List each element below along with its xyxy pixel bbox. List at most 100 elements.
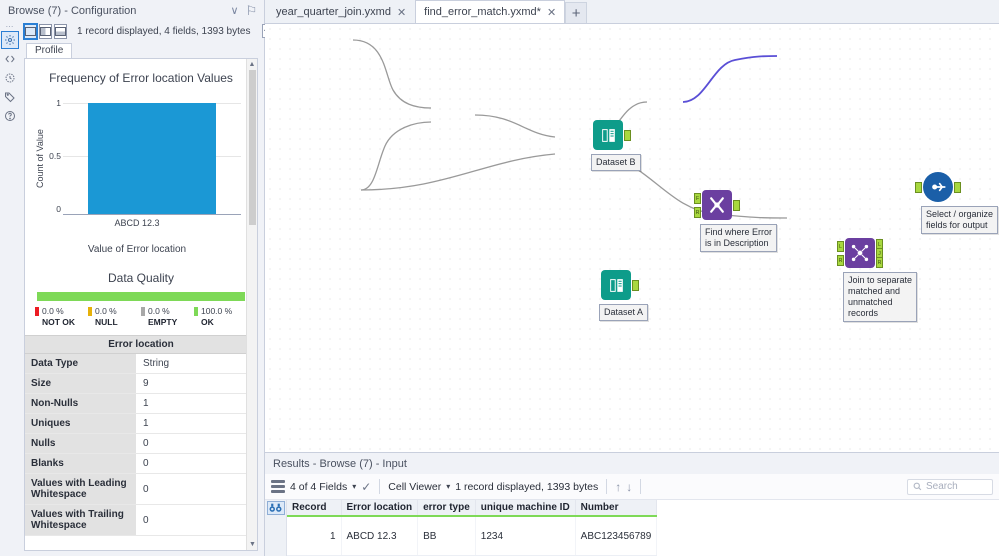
results-table[interactable]: Record Error location error type unique mac… [287, 500, 658, 556]
book-input-icon-a[interactable] [601, 270, 639, 300]
dq-swatch-ok [194, 306, 198, 316]
field-row-name: Non-Nulls [25, 394, 137, 413]
fields-count-label: 4 of 4 Fields [290, 480, 348, 493]
scroll-down-arrow[interactable]: ▼ [247, 539, 257, 550]
code-icon[interactable] [1, 50, 19, 68]
book-input-icon[interactable] [593, 120, 631, 150]
workflow-canvas[interactable]: Dataset B Dataset A F R Find where Error… [265, 24, 999, 452]
output-port-find[interactable] [733, 200, 740, 211]
check-icon[interactable]: ✓ [361, 480, 371, 494]
field-row-name: Nulls [25, 434, 137, 453]
node-label-dataset-a: Dataset A [599, 304, 649, 321]
input-port-r[interactable]: R [694, 207, 701, 218]
table-cell[interactable]: ABC123456789 [575, 516, 658, 556]
configuration-body: ⋯ 1 record displayed, 4 fields, 1393 byt… [0, 21, 280, 556]
results-drag-handle[interactable] [271, 479, 285, 495]
view-split-vertical-button[interactable] [39, 23, 52, 39]
table-cell[interactable]: 1234 [475, 516, 576, 556]
chart-xlabel: Value of Error location [87, 244, 187, 255]
field-row-value: 1 [137, 414, 257, 433]
tag-icon[interactable] [1, 88, 19, 106]
input-port-f[interactable]: F [694, 193, 701, 204]
field-table-body: Data Type String Size 9 Non-Nulls 1 Uniques 1 Nu… [25, 354, 257, 536]
field-row: Uniques 1 [25, 414, 257, 434]
chart-plot [63, 103, 241, 215]
table-column-header[interactable]: unique machine ID [475, 500, 576, 517]
node-select[interactable]: Select / organize fields for output [915, 172, 999, 234]
table-row[interactable]: 1 ABCD 12.3 BB 1234 ABC123456789 [287, 516, 658, 556]
find-replace-icon[interactable]: F R [694, 190, 740, 220]
input-port-join-r[interactable]: R [837, 255, 844, 266]
table-column-header[interactable]: Error location [341, 500, 419, 517]
output-port-join-r[interactable]: R [876, 257, 883, 268]
table-column-header[interactable]: error type [417, 500, 476, 517]
search-input[interactable]: Search [907, 478, 993, 495]
history-icon[interactable] [1, 69, 19, 87]
workflow-connections [352, 39, 788, 219]
dq-value-empty: 0.0 % [148, 306, 170, 316]
chart-yticks: 1 0.5 0 [47, 98, 63, 215]
gear-icon[interactable] [1, 31, 19, 49]
chevron-down-icon-fields[interactable]: ▾ [352, 482, 356, 491]
dq-item-null: 0.0 % NULL [88, 306, 141, 327]
view-single-button[interactable] [23, 22, 38, 40]
field-row-name: Uniques [25, 414, 137, 433]
dq-item-empty: 0.0 % EMPTY [141, 306, 194, 327]
table-column-header[interactable]: Number [575, 500, 658, 517]
input-port-join-l[interactable]: L [837, 241, 844, 252]
table-cell[interactable]: ABCD 12.3 [341, 516, 419, 556]
results-panel: Results - Browse (7) - Input 4 of 4 Fiel… [265, 452, 999, 556]
toolbar-divider-5 [640, 479, 642, 494]
help-icon[interactable] [1, 107, 19, 125]
node-dataset-a[interactable]: Dataset A [599, 270, 649, 321]
table-cell[interactable]: BB [417, 516, 476, 556]
chevron-down-icon-viewer[interactable]: ▾ [446, 482, 450, 491]
field-row: Non-Nulls 1 [25, 394, 257, 414]
workflow-tab-year-quarter-join[interactable]: year_quarter_join.yxmd ✕ [267, 0, 415, 23]
dq-label-empty: EMPTY [148, 317, 178, 327]
search-placeholder: Search [926, 481, 958, 492]
table-body: 1 ABCD 12.3 BB 1234 ABC123456789 [287, 516, 658, 556]
node-find-replace[interactable]: F R Find where Error is in Description [694, 190, 778, 252]
chart-title: Frequency of Error location Values [49, 71, 233, 85]
close-icon-active[interactable]: ✕ [547, 6, 556, 19]
dq-item-ok: 100.0 % OK [194, 306, 247, 327]
node-label-dataset-b: Dataset B [591, 154, 641, 171]
chevron-down-icon[interactable]: ∨ [226, 2, 243, 19]
tab-profile[interactable]: Profile [26, 43, 73, 58]
output-port-select[interactable] [954, 182, 961, 193]
field-row-name: Data Type [25, 354, 137, 373]
view-split-horizontal-button[interactable] [54, 23, 67, 39]
profile-tabbar: Profile [20, 41, 264, 58]
field-row-value: 0 [137, 474, 257, 504]
workflow-tab-find-error-match[interactable]: find_error_match.yxmd* ✕ [415, 0, 566, 23]
field-row-name: Blanks [25, 454, 137, 473]
output-port-a[interactable] [632, 280, 639, 291]
toolbar-divider-4 [606, 479, 608, 494]
pin-icon[interactable]: ⚐ [243, 2, 260, 19]
rail-grip: ⋯ [5, 22, 15, 31]
field-row: Nulls 0 [25, 434, 257, 454]
add-tab-button[interactable]: + [565, 2, 588, 23]
output-port[interactable] [624, 130, 631, 141]
table-cell[interactable]: 1 [287, 516, 342, 556]
select-icon[interactable] [915, 172, 961, 202]
workflow-area: year_quarter_join.yxmd ✕ find_error_matc… [265, 0, 999, 556]
scroll-up-icon[interactable]: ↑ [615, 480, 621, 494]
scroll-down-icon[interactable]: ↓ [626, 480, 632, 494]
join-icon[interactable]: L R L J R [837, 238, 883, 268]
chart-bar-abcd [87, 103, 217, 214]
binoculars-icon-small[interactable] [266, 501, 285, 515]
node-join[interactable]: L R L J R Join to separate matched and u… [837, 238, 918, 322]
node-dataset-b[interactable]: Dataset B [591, 120, 641, 171]
record-status-text: 1 record displayed, 4 fields, 1393 bytes [77, 25, 251, 37]
close-icon[interactable]: ✕ [397, 6, 406, 19]
profile-scrollbar[interactable]: ▲ ▼ [246, 59, 257, 550]
scroll-up-arrow[interactable]: ▲ [247, 59, 257, 70]
scroll-thumb[interactable] [249, 70, 256, 225]
input-port-select[interactable] [915, 182, 922, 193]
configuration-panel: Browse (7) - Configuration ∨ ⚐ ⋯ 1 recor… [0, 0, 280, 556]
dq-value-ok: 100.0 % [201, 306, 233, 316]
chart-xtick: ABCD 12.3 [114, 218, 160, 228]
table-column-header[interactable]: Record [287, 500, 342, 517]
